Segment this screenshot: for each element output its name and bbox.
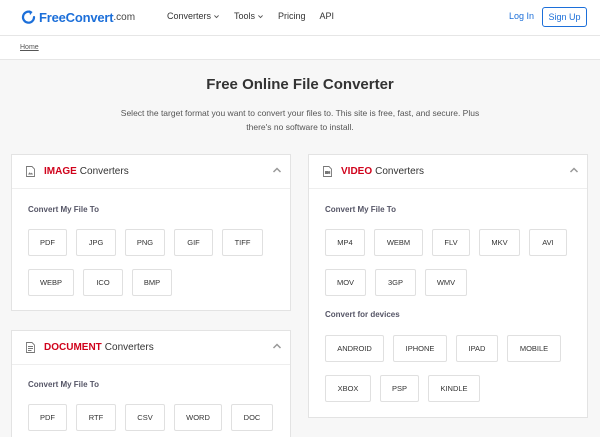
format-button-jpg[interactable]: JPG bbox=[76, 229, 116, 256]
video-card-title-rest: Converters bbox=[375, 166, 425, 177]
document-converters-card: DOCUMENT Converters Convert My File To PD… bbox=[11, 330, 291, 437]
nav-pricing[interactable]: Pricing bbox=[278, 11, 306, 21]
image-card-title: IMAGE Converters bbox=[44, 166, 129, 177]
logo-suffix: .com bbox=[113, 11, 136, 23]
format-button-avi[interactable]: AVI bbox=[529, 229, 567, 256]
device-button-mobile[interactable]: MOBILE bbox=[507, 335, 561, 362]
logo[interactable]: FreeConvert .com bbox=[20, 8, 135, 26]
format-button-tiff[interactable]: TIFF bbox=[222, 229, 263, 256]
nav-pricing-label: Pricing bbox=[278, 11, 306, 21]
page-subtitle: Select the target format you want to con… bbox=[120, 108, 480, 132]
format-button-rtf[interactable]: RTF bbox=[76, 404, 116, 431]
format-button-mkv[interactable]: MKV bbox=[479, 229, 520, 256]
chevron-up-icon[interactable] bbox=[569, 166, 579, 174]
format-button-mp4[interactable]: MP4 bbox=[325, 229, 365, 256]
nav-api[interactable]: API bbox=[320, 11, 335, 21]
image-card-title-rest: Converters bbox=[79, 166, 129, 177]
format-button-bmp[interactable]: BMP bbox=[132, 269, 172, 296]
chevron-down-icon bbox=[214, 14, 219, 18]
breadcrumb-home[interactable]: Home bbox=[20, 44, 39, 51]
format-button-ico[interactable]: ICO bbox=[83, 269, 123, 296]
image-converters-card: IMAGE Converters Convert My File To PDF J… bbox=[11, 154, 291, 311]
device-button-iphone[interactable]: IPHONE bbox=[393, 335, 447, 362]
chevron-up-icon[interactable] bbox=[272, 342, 282, 350]
format-button-wmv[interactable]: WMV bbox=[425, 269, 467, 296]
device-button-psp[interactable]: PSP bbox=[380, 375, 419, 402]
top-header: FreeConvert .com Converters Tools Pricin… bbox=[0, 0, 600, 36]
page-title: Free Online File Converter bbox=[206, 76, 394, 93]
format-button-mov[interactable]: MOV bbox=[325, 269, 366, 296]
nav-tools-label: Tools bbox=[234, 11, 256, 21]
signup-button[interactable]: Sign Up bbox=[542, 7, 587, 27]
image-card-keyword: IMAGE bbox=[44, 166, 77, 177]
main-nav: Converters Tools Pricing API bbox=[167, 11, 348, 21]
format-button-word[interactable]: WORD bbox=[174, 404, 222, 431]
devices-section-label: Convert for devices bbox=[325, 310, 400, 319]
nav-converters-label: Converters bbox=[167, 11, 212, 21]
nav-converters[interactable]: Converters bbox=[167, 11, 220, 21]
device-button-ipad[interactable]: IPAD bbox=[456, 335, 498, 362]
document-card-title-rest: Converters bbox=[104, 342, 154, 353]
device-button-xbox[interactable]: XBOX bbox=[325, 375, 371, 402]
video-card-title: VIDEO Converters bbox=[341, 166, 424, 177]
image-file-icon bbox=[26, 166, 35, 177]
document-card-keyword: DOCUMENT bbox=[44, 342, 102, 353]
nav-api-label: API bbox=[319, 11, 335, 21]
video-card-header[interactable]: VIDEO Converters bbox=[309, 155, 587, 189]
document-card-title: DOCUMENT Converters bbox=[44, 342, 154, 353]
format-button-csv[interactable]: CSV bbox=[125, 404, 165, 431]
chevron-up-icon[interactable] bbox=[272, 166, 282, 174]
format-button-gif[interactable]: GIF bbox=[174, 229, 213, 256]
format-button-3gp[interactable]: 3GP bbox=[375, 269, 416, 296]
format-button-flv[interactable]: FLV bbox=[432, 229, 470, 256]
document-card-header[interactable]: DOCUMENT Converters bbox=[12, 331, 290, 365]
video-card-keyword: VIDEO bbox=[341, 166, 373, 177]
document-section-label: Convert My File To bbox=[28, 380, 99, 389]
format-button-pdf[interactable]: PDF bbox=[28, 229, 67, 256]
format-button-pdf[interactable]: PDF bbox=[28, 404, 67, 431]
format-button-png[interactable]: PNG bbox=[125, 229, 165, 256]
image-card-header[interactable]: IMAGE Converters bbox=[12, 155, 290, 189]
video-section-label: Convert My File To bbox=[325, 205, 396, 214]
format-button-doc[interactable]: DOC bbox=[231, 404, 273, 431]
device-button-android[interactable]: ANDROID bbox=[325, 335, 384, 362]
nav-tools[interactable]: Tools bbox=[234, 11, 264, 21]
document-file-icon bbox=[26, 342, 35, 353]
breadcrumb-bar: Home bbox=[0, 36, 600, 60]
device-button-kindle[interactable]: KINDLE bbox=[428, 375, 480, 402]
chevron-down-icon bbox=[258, 14, 263, 18]
image-section-label: Convert My File To bbox=[28, 205, 99, 214]
format-button-webp[interactable]: WEBP bbox=[28, 269, 74, 296]
video-file-icon bbox=[323, 166, 332, 177]
logo-text: FreeConvert bbox=[39, 9, 114, 25]
logo-refresh-icon bbox=[21, 9, 36, 24]
login-link[interactable]: Log In bbox=[509, 11, 534, 21]
video-converters-card: VIDEO Converters Convert My File To MP4 W… bbox=[308, 154, 588, 418]
format-button-webm[interactable]: WEBM bbox=[374, 229, 423, 256]
